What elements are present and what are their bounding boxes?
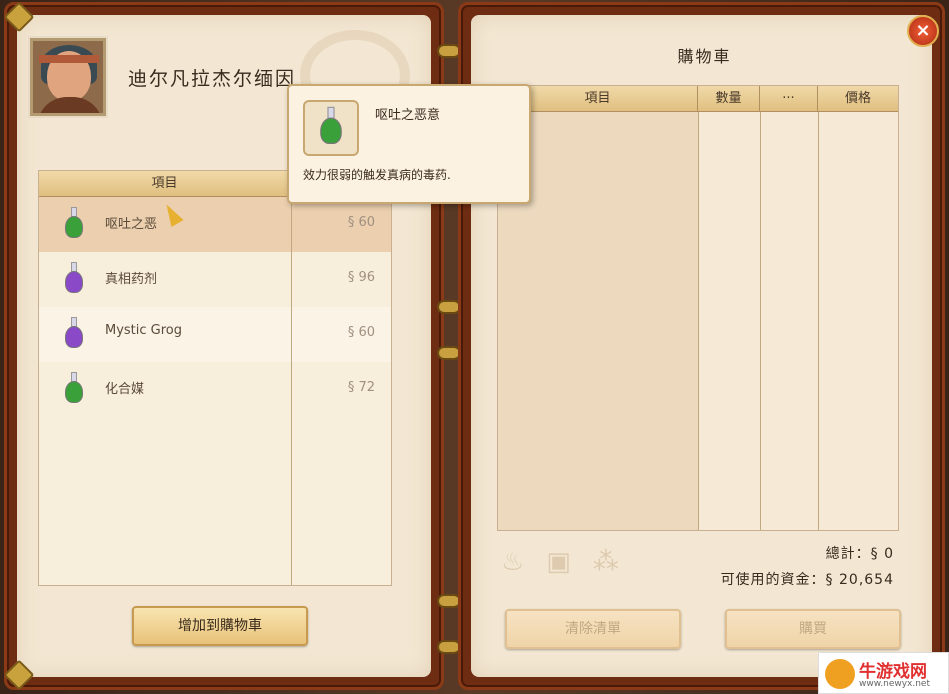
item-tooltip: 呕吐之恶意 效力很弱的触发真病的毒药.: [287, 84, 531, 204]
item-name: 呕吐之恶: [105, 217, 158, 232]
shop-item-row[interactable]: Mystic Grog § 60: [39, 307, 391, 362]
item-price: § 60: [347, 325, 375, 340]
cart-item-list: 項目 數量 ··· 價格: [497, 85, 899, 531]
column-divider: [291, 197, 292, 585]
shop-item-row[interactable]: 呕吐之恶 § 60: [39, 197, 391, 252]
thumbs-up-icon: [825, 659, 855, 689]
potion-icon: [65, 262, 83, 294]
column-header-item[interactable]: 項目: [39, 171, 291, 197]
available-funds: 可使用的資金：§ 20,654: [720, 572, 894, 588]
item-name: Mystic Grog: [105, 323, 183, 338]
watermark-sub: www.newyx.net: [859, 679, 931, 689]
item-price: § 96: [347, 270, 375, 285]
shop-name: 迪尔凡拉杰尔缅因: [128, 68, 297, 90]
shop-item-list: 項目 呕吐之恶 § 60 真相药剂 § 96 Mystic Grog § 60 …: [38, 170, 392, 586]
item-price: § 72: [347, 380, 375, 395]
column-header-more[interactable]: ···: [760, 86, 818, 112]
item-name: 真相药剂: [105, 272, 158, 287]
cart-panel: 購物車 × 項目 數量 ··· 價格 ♨▣⁂ 總計：§ 0 可使用的資金：§ 2…: [458, 2, 945, 690]
tooltip-title: 呕吐之恶意: [375, 108, 441, 123]
potion-icon: [65, 317, 83, 349]
cart-total: 總計：§ 0: [825, 546, 894, 562]
shopkeeper-portrait: [30, 38, 106, 116]
buy-button[interactable]: 購買: [725, 609, 901, 649]
column-divider: [698, 112, 699, 530]
decor-icons: ♨▣⁂: [501, 547, 641, 577]
item-price: § 60: [347, 215, 375, 230]
tooltip-description: 效力很弱的触发真病的毒药.: [303, 168, 451, 182]
watermark-logo: 牛游戏网 www.newyx.net: [818, 652, 949, 694]
cart-header: 項目 數量 ··· 價格: [498, 86, 898, 112]
add-to-cart-button[interactable]: 增加到購物車: [132, 606, 308, 646]
column-header-price[interactable]: 價格: [818, 86, 898, 112]
cart-title: 購物車: [677, 47, 732, 66]
shop-item-row[interactable]: 真相药剂 § 96: [39, 252, 391, 307]
clear-list-button[interactable]: 清除清單: [505, 609, 681, 649]
shop-item-row[interactable]: 化合媒 § 72: [39, 362, 391, 417]
potion-icon: [65, 207, 83, 239]
column-header-quantity[interactable]: 數量: [698, 86, 760, 112]
column-divider: [760, 112, 761, 530]
item-name: 化合媒: [105, 382, 145, 397]
close-button[interactable]: ×: [907, 15, 939, 47]
close-icon: ×: [915, 20, 931, 41]
potion-icon: [65, 372, 83, 404]
tooltip-potion-icon: [303, 100, 359, 156]
column-divider: [818, 112, 819, 530]
